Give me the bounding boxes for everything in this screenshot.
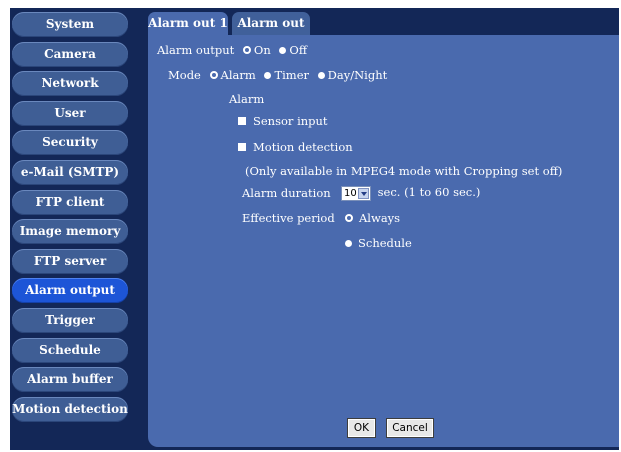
- mode-alarm-radio[interactable]: [209, 71, 218, 79]
- mode-timer-radio[interactable]: [264, 71, 272, 79]
- motion-detection-checkbox[interactable]: [238, 143, 246, 151]
- sidebar-item-motion-detection[interactable]: Motion detection: [12, 396, 128, 422]
- sidebar-item-security[interactable]: Security: [12, 130, 128, 156]
- sidebar-item-image-memory[interactable]: Image memory: [12, 219, 128, 245]
- sensor-input-row: Sensor input: [238, 114, 328, 128]
- sidebar-item-system[interactable]: System: [12, 12, 128, 37]
- effective-schedule-label: Schedule: [358, 236, 412, 250]
- mode-alarm-label: Alarm: [220, 68, 256, 82]
- sidebar-item-network[interactable]: Network: [12, 71, 128, 97]
- mode-timer-label: Timer: [274, 68, 309, 82]
- alarm-output-label: Alarm output: [157, 43, 235, 57]
- effective-schedule-row: Schedule: [340, 236, 412, 250]
- sensor-input-label: Sensor input: [253, 114, 328, 128]
- effective-always-label: Always: [359, 211, 401, 225]
- alarm-duration-unit: sec. (1 to 60 sec.): [377, 185, 481, 199]
- effective-always-row: Always: [340, 211, 400, 225]
- effective-period-label: Effective period: [242, 211, 335, 225]
- alarm-output-on-radio[interactable]: [242, 46, 251, 54]
- sidebar-item-trigger[interactable]: Trigger: [12, 307, 128, 333]
- ok-button[interactable]: OK: [347, 418, 376, 438]
- mode-daynight-radio[interactable]: [317, 71, 325, 79]
- effective-schedule-radio[interactable]: [345, 239, 352, 247]
- motion-detection-note: (Only available in MPEG4 mode with Cropp…: [245, 164, 563, 178]
- alarm-heading: Alarm: [229, 92, 265, 106]
- tab-alarm-out-1[interactable]: Alarm out 1: [148, 12, 228, 35]
- sidebar-item-schedule[interactable]: Schedule: [12, 337, 128, 363]
- sensor-input-checkbox[interactable]: [238, 117, 246, 125]
- sidebar-item-camera[interactable]: Camera: [12, 41, 128, 67]
- chevron-down-icon: [358, 187, 369, 199]
- alarm-output-off-radio[interactable]: [279, 46, 287, 54]
- sidebar-item-alarm-buffer[interactable]: Alarm buffer: [12, 367, 128, 393]
- motion-detection-label: Motion detection: [253, 140, 353, 154]
- alarm-duration-select[interactable]: 10: [341, 185, 371, 201]
- alarm-output-on-label: On: [253, 43, 271, 57]
- alarm-duration-value: 10: [344, 187, 357, 199]
- mode-row: Mode Alarm Timer Day/Night: [168, 68, 387, 82]
- sidebar-item-ftp-server[interactable]: FTP server: [12, 248, 128, 274]
- alarm-output-off-label: Off: [289, 43, 308, 57]
- sidebar-item-user[interactable]: User: [12, 100, 128, 126]
- sidebar-item-ftp-client[interactable]: FTP client: [12, 189, 128, 215]
- settings-panel: Alarm output On Off Mode Alarm Timer Day…: [148, 35, 619, 447]
- motion-detection-row: Motion detection: [238, 140, 353, 154]
- mode-daynight-label: Day/Night: [327, 68, 388, 82]
- cancel-button[interactable]: Cancel: [386, 418, 434, 438]
- tab-alarm-out-2[interactable]: Alarm out 2: [232, 12, 310, 52]
- sidebar: System Camera Network User Security e-Ma…: [12, 12, 128, 426]
- alarm-output-row: Alarm output On Off: [157, 43, 307, 57]
- sidebar-item-email-smtp[interactable]: e-Mail (SMTP): [12, 159, 128, 185]
- sidebar-item-alarm-output[interactable]: Alarm output: [12, 278, 128, 304]
- alarm-duration-label: Alarm duration: [242, 186, 331, 200]
- mode-label: Mode: [168, 68, 201, 82]
- effective-always-radio[interactable]: [345, 214, 353, 222]
- alarm-duration-row: 10 sec. (1 to 60 sec.): [341, 185, 480, 201]
